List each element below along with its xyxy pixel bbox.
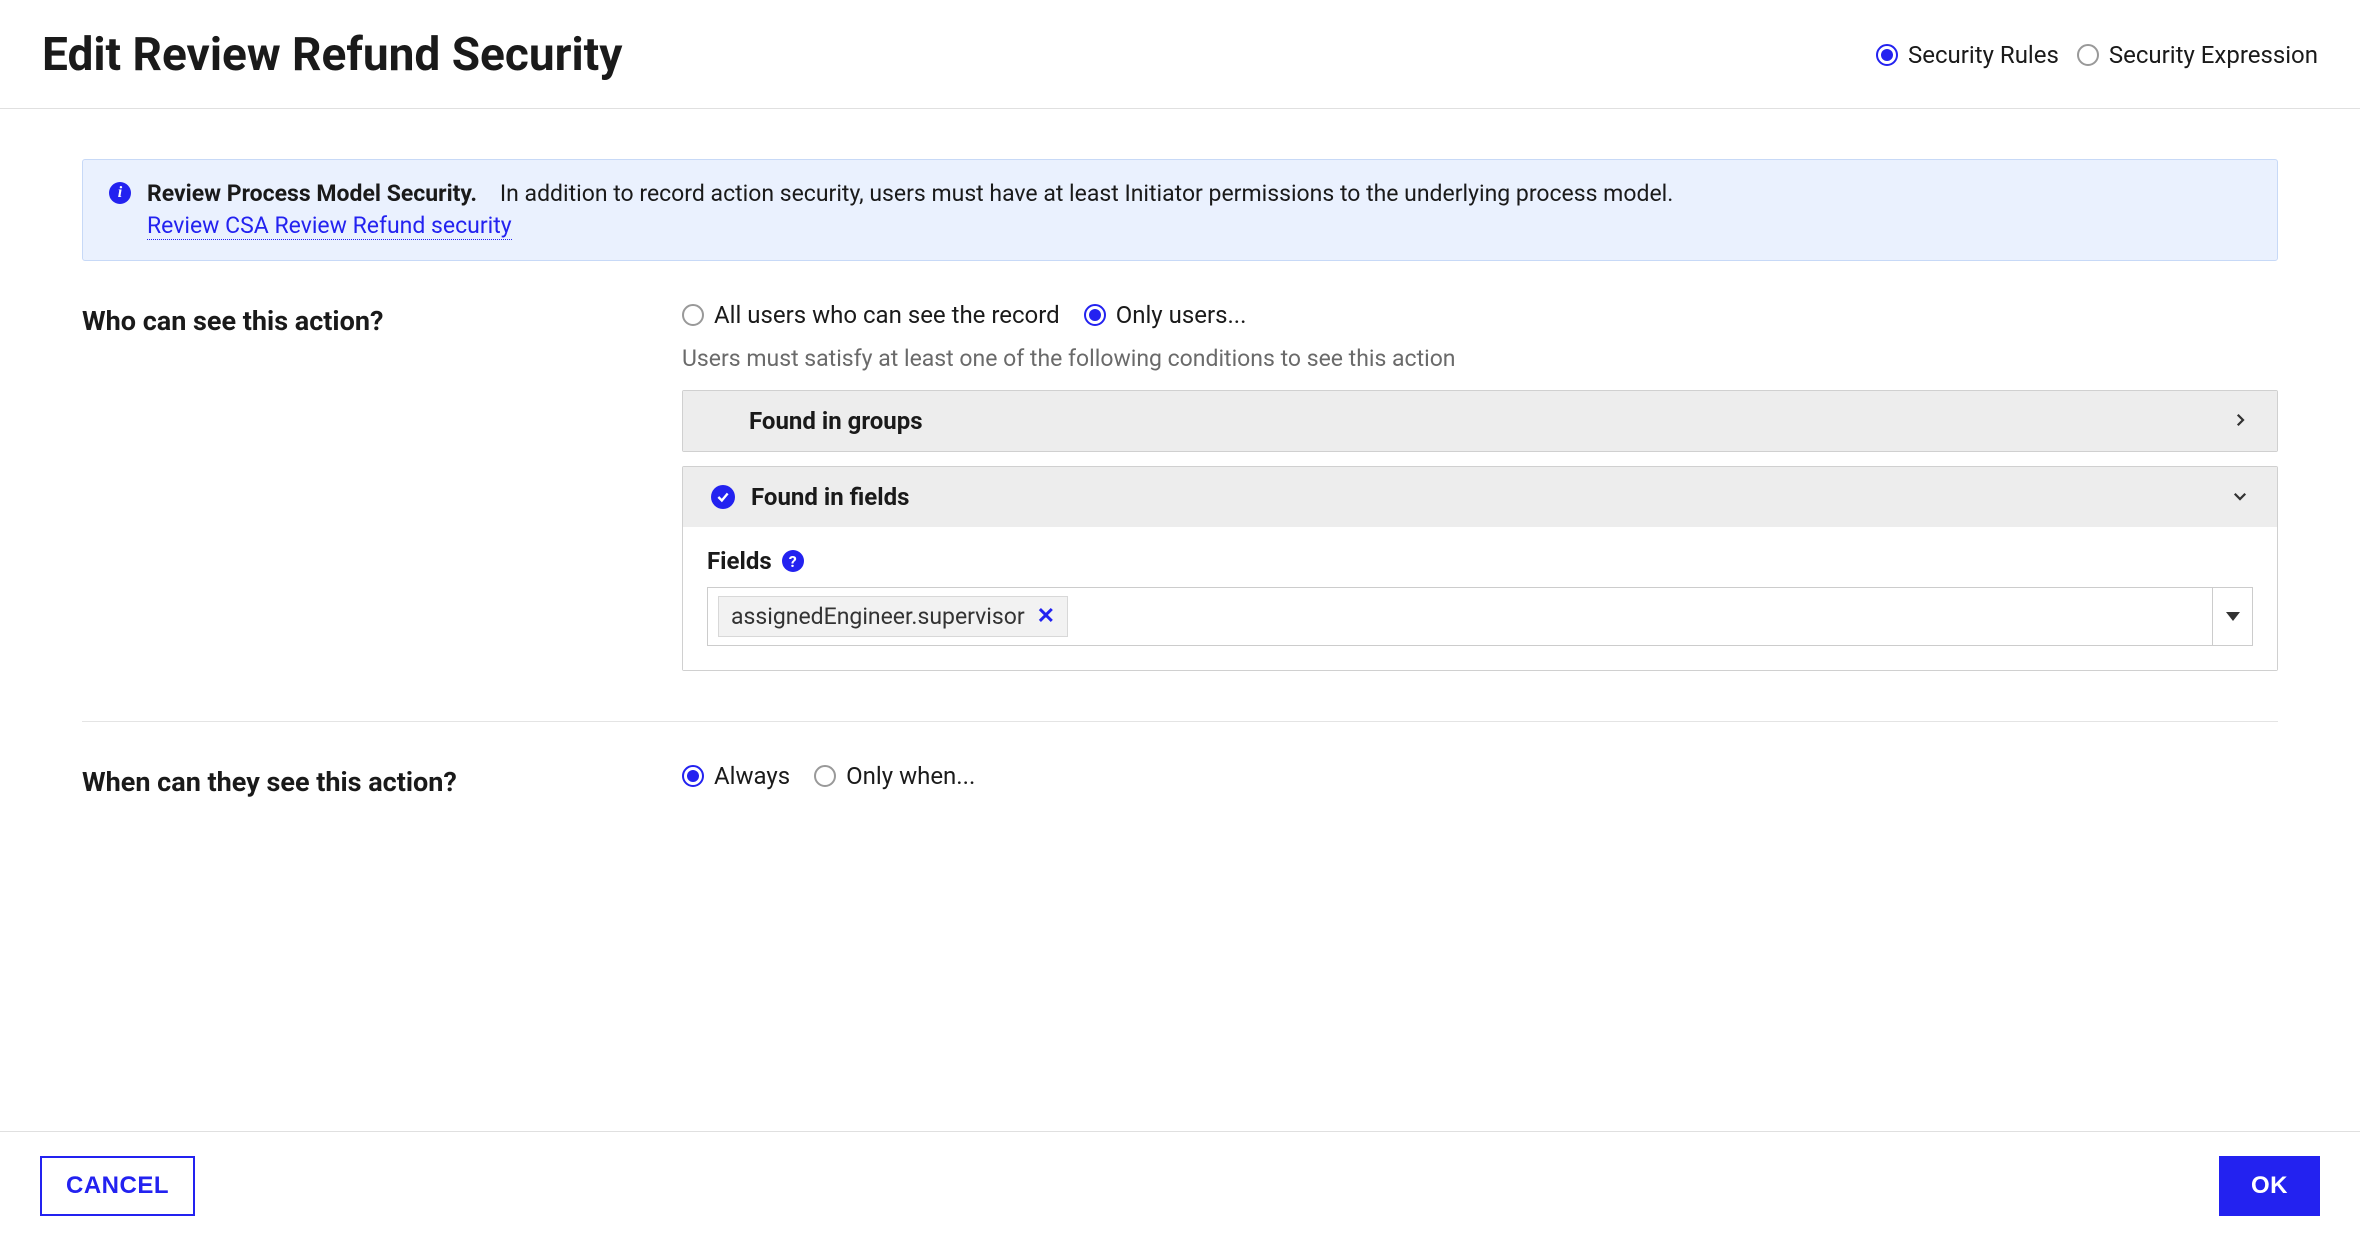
- radio-only-users[interactable]: Only users...: [1084, 301, 1247, 329]
- radio-label: Only users...: [1116, 301, 1247, 329]
- radio-label: Security Expression: [2109, 41, 2318, 69]
- accordion-header-groups[interactable]: Found in groups: [683, 391, 2277, 451]
- radio-only-when[interactable]: Only when...: [814, 762, 975, 790]
- footer: CANCEL OK: [0, 1131, 2360, 1240]
- radio-all-users[interactable]: All users who can see the record: [682, 301, 1060, 329]
- radio-security-expression[interactable]: Security Expression: [2077, 41, 2318, 69]
- dropdown-toggle[interactable]: [2212, 588, 2252, 645]
- who-helper-text: Users must satisfy at least one of the f…: [682, 345, 2278, 372]
- who-section-label: Who can see this action?: [82, 301, 642, 337]
- who-radio-group: All users who can see the record Only us…: [682, 301, 2278, 329]
- cancel-button[interactable]: CANCEL: [40, 1156, 195, 1216]
- fields-token-input[interactable]: assignedEngineer.supervisor ✕: [707, 587, 2253, 646]
- banner-title: Review Process Model Security.: [147, 180, 477, 207]
- token-area[interactable]: assignedEngineer.supervisor ✕: [708, 588, 2212, 645]
- radio-indicator-icon: [1876, 44, 1898, 66]
- help-icon[interactable]: ?: [782, 550, 804, 572]
- who-section: Who can see this action? All users who c…: [82, 301, 2278, 685]
- radio-indicator-icon: [682, 304, 704, 326]
- banner-link[interactable]: Review CSA Review Refund security: [147, 212, 512, 240]
- banner-text: Review Process Model Security. In additi…: [147, 178, 1673, 242]
- accordion-found-in-fields: Found in fields Fields ? assignedEnginee…: [682, 466, 2278, 671]
- banner-body: In addition to record action security, u…: [500, 180, 1673, 207]
- accordion-header-fields[interactable]: Found in fields: [683, 467, 2277, 527]
- when-section-body: Always Only when...: [682, 762, 2278, 806]
- fields-label-row: Fields ?: [707, 547, 2253, 575]
- who-section-body: All users who can see the record Only us…: [682, 301, 2278, 685]
- accordion-found-in-groups: Found in groups: [682, 390, 2278, 452]
- fields-label: Fields: [707, 547, 772, 575]
- page-title: Edit Review Refund Security: [42, 28, 622, 82]
- radio-indicator-icon: [814, 765, 836, 787]
- accordion-title: Found in fields: [751, 483, 909, 511]
- radio-security-rules[interactable]: Security Rules: [1876, 41, 2059, 69]
- radio-label: Only when...: [846, 762, 975, 790]
- radio-indicator-icon: [2077, 44, 2099, 66]
- token-remove-icon[interactable]: ✕: [1037, 604, 1055, 629]
- radio-indicator-icon: [1084, 304, 1106, 326]
- when-section-label: When can they see this action?: [82, 762, 642, 798]
- when-section: When can they see this action? Always On…: [82, 762, 2278, 806]
- field-token: assignedEngineer.supervisor ✕: [718, 596, 1068, 637]
- radio-label: Security Rules: [1908, 41, 2059, 69]
- accordion-body-fields: Fields ? assignedEngineer.supervisor ✕: [683, 527, 2277, 670]
- token-text: assignedEngineer.supervisor: [731, 603, 1025, 630]
- radio-always[interactable]: Always: [682, 762, 790, 790]
- when-radio-group: Always Only when...: [682, 762, 2278, 790]
- content-area: i Review Process Model Security. In addi…: [0, 109, 2360, 806]
- section-divider: [82, 721, 2278, 722]
- check-circle-icon: [711, 485, 735, 509]
- mode-radio-group: Security Rules Security Expression: [1876, 41, 2318, 69]
- radio-label: All users who can see the record: [714, 301, 1060, 329]
- chevron-down-icon: [2231, 483, 2249, 511]
- info-banner: i Review Process Model Security. In addi…: [82, 159, 2278, 261]
- caret-down-icon: [2226, 612, 2240, 621]
- radio-indicator-icon: [682, 765, 704, 787]
- info-icon: i: [109, 182, 131, 204]
- radio-label: Always: [714, 762, 790, 790]
- chevron-right-icon: [2231, 407, 2249, 435]
- page-header: Edit Review Refund Security Security Rul…: [0, 0, 2360, 109]
- accordion-title: Found in groups: [749, 407, 923, 435]
- ok-button[interactable]: OK: [2219, 1156, 2320, 1216]
